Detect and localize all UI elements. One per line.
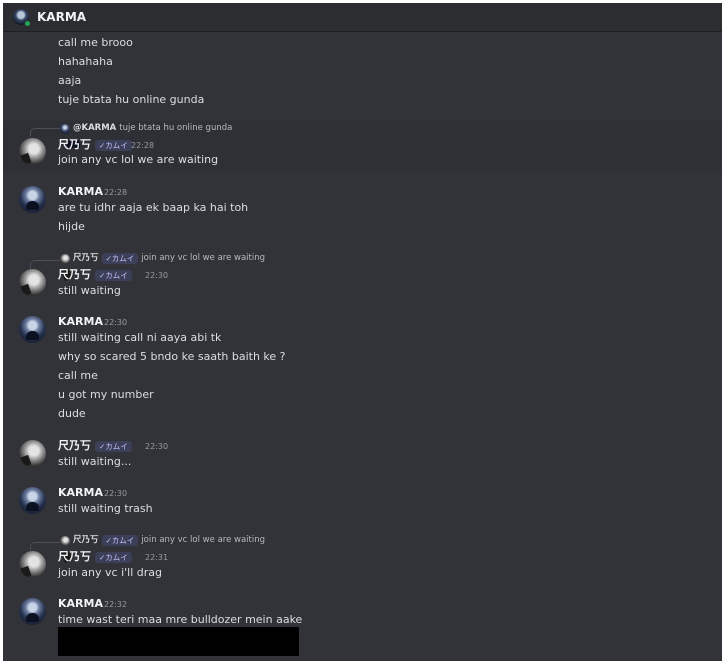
chat-window: KARMA call me brooo hahahaha aaja tuje b… — [3, 3, 722, 661]
redacted-attachment — [58, 627, 299, 656]
author-name[interactable]: KARMA — [58, 185, 103, 199]
author-avatar[interactable] — [19, 440, 46, 467]
timestamp: 22:31 — [145, 553, 169, 562]
timestamp: 22:28 — [131, 141, 155, 150]
author-avatar[interactable] — [19, 138, 46, 165]
user-avatar-icon[interactable] — [13, 9, 31, 27]
channel-title: KARMA — [37, 10, 87, 24]
reply-text: join any vc lol we are waiting — [141, 253, 266, 263]
author-name[interactable]: KARMA — [58, 486, 103, 500]
reply-role-tag: ✓カムイ — [101, 535, 139, 546]
message-line: still waiting trash — [58, 502, 153, 515]
reply-author[interactable]: 尺乃丂 — [73, 253, 99, 264]
message-line: still waiting call ni aaya abi tk — [58, 331, 222, 344]
reply-preview[interactable]: 尺乃丂 ✓カムイ join any vc lol we are waiting — [60, 253, 265, 264]
message-line: still waiting... — [58, 455, 132, 468]
reply-spine — [30, 128, 60, 136]
author-avatar[interactable] — [19, 487, 46, 514]
role-tag[interactable]: ✓カムイ — [95, 552, 132, 563]
author-avatar[interactable] — [19, 316, 46, 343]
timestamp: 22:30 — [145, 442, 169, 451]
message-line: aaja — [58, 74, 82, 87]
author-avatar[interactable] — [19, 598, 46, 625]
reply-preview[interactable]: 尺乃丂 ✓カムイ join any vc lol we are waiting — [60, 535, 265, 546]
reply-author[interactable]: @KARMA — [73, 123, 116, 134]
reply-preview[interactable]: @KARMA tuje btata hu online gunda — [60, 123, 233, 148]
timestamp: 22:32 — [104, 600, 128, 609]
message-line: are tu idhr aaja ek baap ka hai toh — [58, 201, 249, 214]
author-avatar[interactable] — [19, 551, 46, 578]
author-avatar[interactable] — [19, 269, 46, 296]
reply-avatar-icon — [60, 123, 80, 148]
message-line: tuje btata hu online gunda — [58, 93, 205, 106]
reply-author[interactable]: 尺乃丂 — [73, 535, 99, 546]
message-line: join any vc lol we are waiting — [58, 153, 219, 166]
message-line: u got my number — [58, 388, 154, 401]
message-line: why so scared 5 bndo ke saath baith ke ? — [58, 350, 286, 363]
reply-text: join any vc lol we are waiting — [141, 535, 266, 545]
online-status-icon — [24, 20, 31, 27]
author-name[interactable]: 尺乃丂 — [58, 268, 91, 282]
author-name[interactable]: 尺乃丂 — [58, 550, 91, 564]
message-line: dude — [58, 407, 86, 420]
message-line: time wast teri maa mre bulldozer mein aa… — [58, 613, 303, 626]
author-name[interactable]: KARMA — [58, 315, 103, 329]
message-line: call me brooo — [58, 36, 133, 49]
timestamp: 22:30 — [104, 318, 128, 327]
reply-text: tuje btata hu online gunda — [119, 123, 233, 133]
timestamp: 22:30 — [145, 271, 169, 280]
author-name[interactable]: 尺乃丂 — [58, 138, 91, 152]
timestamp: 22:30 — [104, 489, 128, 498]
timestamp: 22:28 — [104, 188, 128, 197]
reply-spine — [30, 542, 60, 550]
reply-avatar-icon — [60, 253, 70, 264]
role-tag[interactable]: ✓カムイ — [95, 441, 132, 452]
role-tag[interactable]: ✓カムイ — [95, 140, 132, 151]
reply-role-tag: ✓カムイ — [101, 253, 139, 264]
author-name[interactable]: KARMA — [58, 597, 103, 611]
reply-spine — [30, 260, 60, 268]
message-line: hijde — [58, 220, 85, 233]
author-name[interactable]: 尺乃丂 — [58, 439, 91, 453]
author-avatar[interactable] — [19, 186, 46, 213]
message-line: still waiting — [58, 284, 121, 297]
reply-avatar-icon — [60, 535, 70, 546]
message-line: hahahaha — [58, 55, 113, 68]
role-tag[interactable]: ✓カムイ — [95, 270, 132, 281]
channel-header: KARMA — [3, 3, 722, 32]
message-line: call me — [58, 369, 98, 382]
message-line: join any vc i'll drag — [58, 566, 163, 579]
